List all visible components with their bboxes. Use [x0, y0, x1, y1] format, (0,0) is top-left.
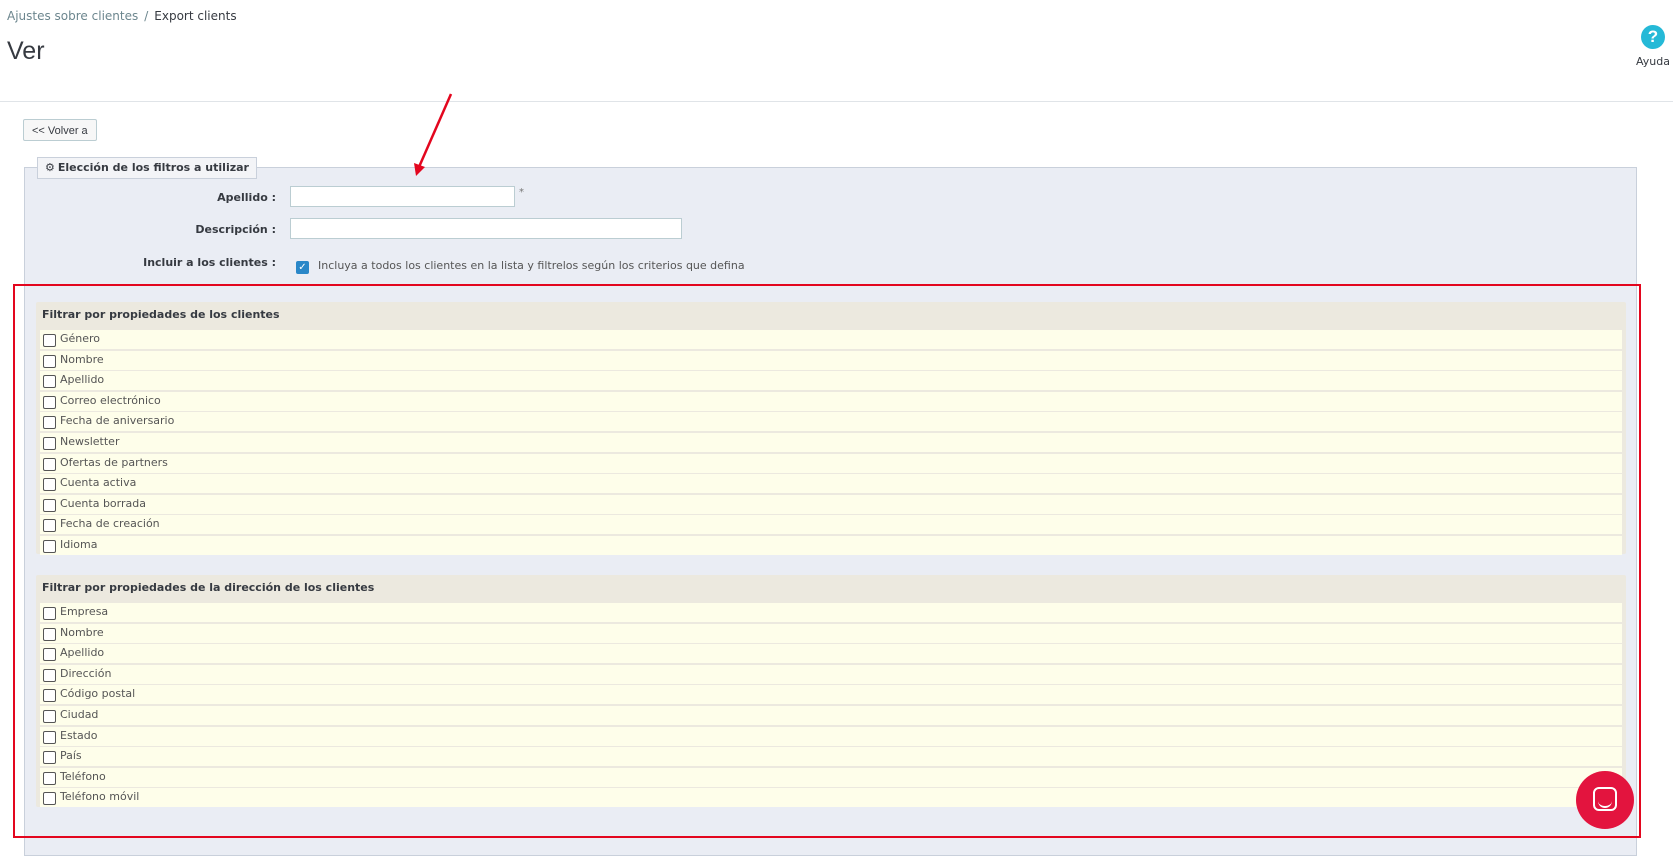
breadcrumb-parent-link[interactable]: Ajustes sobre clientes — [7, 9, 138, 23]
help-label: Ayuda — [1636, 55, 1670, 68]
gear-icon: ⚙ — [45, 161, 55, 174]
descripcion-input[interactable] — [290, 218, 682, 239]
help-button[interactable]: ? Ayuda — [1628, 25, 1673, 68]
incluir-label: Incluir a los clientes : — [143, 256, 276, 269]
apellido-label: Apellido : — [217, 191, 276, 204]
breadcrumb-current: Export clients — [154, 9, 237, 23]
fieldset-legend-label: Elección de los filtros a utilizar — [57, 161, 249, 174]
checkmark-icon: ✓ — [298, 262, 307, 273]
required-marker: * — [519, 187, 524, 198]
breadcrumb: Ajustes sobre clientes / Export clients — [7, 9, 237, 23]
page-header: Ajustes sobre clientes / Export clients Ve… — [0, 0, 1673, 102]
annotation-highlight-box — [13, 284, 1641, 838]
back-button[interactable]: << Volver a — [23, 119, 97, 141]
incluir-description: Incluya a todos los clientes en la lista… — [318, 259, 745, 272]
breadcrumb-separator: / — [144, 9, 149, 23]
descripcion-label: Descripción : — [195, 223, 276, 236]
incluir-checkbox[interactable]: ✓ — [296, 261, 309, 274]
apellido-input[interactable] — [290, 186, 515, 207]
fieldset-legend: ⚙ Elección de los filtros a utilizar — [37, 157, 257, 179]
help-icon: ? — [1641, 25, 1665, 49]
chat-widget-button[interactable] — [1576, 771, 1634, 829]
page-title: Ver — [7, 37, 45, 65]
